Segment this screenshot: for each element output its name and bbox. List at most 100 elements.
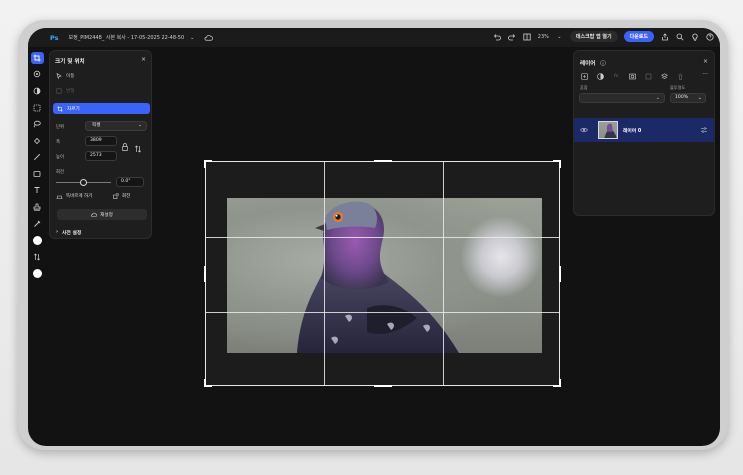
width-label: 폭 — [56, 140, 61, 145]
move-option[interactable]: 이동 — [56, 73, 74, 79]
unit-value: 픽셀 — [92, 123, 101, 128]
adjustment-layer-icon[interactable] — [596, 72, 604, 80]
transform-option: 변형 — [56, 88, 74, 94]
zoom-chevron-icon[interactable]: ⌄ — [555, 32, 564, 41]
redo-icon[interactable] — [508, 32, 517, 41]
presets-section[interactable]: › 사전 설정 — [56, 229, 81, 236]
crop-frame[interactable] — [204, 160, 561, 387]
crop-handle-top[interactable] — [374, 160, 392, 162]
crop-handle-bottom[interactable] — [374, 385, 392, 387]
chevron-down-icon[interactable]: ⌄ — [190, 35, 194, 41]
brush-fill-icon[interactable] — [31, 135, 44, 147]
adjust-icon[interactable] — [31, 85, 44, 97]
height-field[interactable]: 2573 — [85, 151, 117, 161]
crop-handle-bottom-right[interactable] — [559, 379, 561, 387]
rotate-button[interactable]: 회전 — [113, 193, 130, 199]
close-icon[interactable]: × — [141, 56, 146, 63]
layer-properties-icon[interactable] — [700, 126, 708, 134]
text-icon[interactable] — [31, 185, 44, 197]
top-right-controls: 23% ⌄ 데스크탑 앱 열기 다운로드 — [493, 31, 714, 42]
rotate-slider[interactable] — [56, 179, 111, 186]
frame-icon[interactable] — [644, 72, 652, 80]
chevron-down-icon: ⌄ — [655, 95, 660, 101]
rotate-value: 0.0° — [121, 179, 131, 184]
stamp-icon[interactable] — [31, 201, 44, 213]
crop-handle-left[interactable] — [204, 266, 206, 282]
info-icon[interactable] — [600, 60, 607, 66]
foreground-color-swatch[interactable] — [31, 234, 44, 246]
height-label: 높이 — [56, 155, 65, 160]
unit-select[interactable]: 픽셀 ⌄ — [85, 121, 147, 131]
crop-grid-line — [206, 312, 559, 313]
opacity-value: 100% — [675, 95, 689, 100]
link-icon[interactable] — [121, 142, 129, 152]
blend-mode-label: 혼합 — [580, 85, 588, 90]
panel-title: 크기 및 위치 — [55, 59, 85, 65]
crop-handle-right[interactable] — [559, 266, 561, 282]
crop-handle-top-right[interactable] — [559, 160, 561, 168]
search-icon[interactable] — [675, 32, 684, 41]
layer-actions: fx — [580, 72, 684, 80]
top-bar: Ps 보정_PIM2448_ 사본 복사 - 17-05-2025 22-48-… — [28, 28, 720, 47]
select-icon[interactable] — [31, 102, 44, 114]
opacity-label: 불투명도 — [670, 85, 686, 90]
spot-heal-icon[interactable] — [31, 69, 44, 81]
eye-icon[interactable] — [580, 127, 588, 133]
layer-thumbnail-image — [604, 123, 617, 138]
layers-title: 레이어 — [580, 61, 596, 67]
opacity-field[interactable]: 100% ⌄ — [670, 93, 706, 103]
swap-dimensions-icon[interactable] — [134, 145, 142, 153]
layer-item[interactable]: 레이어 0 — [574, 118, 714, 142]
crop-grid-line — [443, 162, 444, 385]
crop-handle-bottom-left[interactable] — [204, 379, 206, 387]
layer-name: 레이어 0 — [623, 128, 642, 134]
zoom-level[interactable]: 23% — [538, 34, 549, 40]
app-logo[interactable]: Ps — [50, 34, 59, 42]
lightbulb-icon[interactable] — [690, 32, 699, 41]
swap-colors-icon[interactable] — [31, 251, 44, 263]
chevron-right-icon: › — [56, 230, 58, 235]
reset-button[interactable]: 재설정 — [57, 209, 147, 220]
download-button[interactable]: 다운로드 — [623, 31, 654, 42]
crop-small-icon — [57, 105, 63, 112]
cloud-icon[interactable] — [204, 34, 214, 41]
transform-icon — [56, 88, 62, 94]
open-desktop-button[interactable]: 데스크탑 앱 열기 — [569, 31, 618, 42]
fx-icon[interactable]: fx — [612, 72, 620, 80]
undo-icon[interactable] — [493, 32, 502, 41]
crop-icon[interactable] — [30, 52, 44, 64]
straighten-icon — [56, 195, 63, 199]
blend-mode-select[interactable]: ⌄ — [579, 93, 665, 103]
eyedropper-icon[interactable] — [31, 218, 44, 230]
width-value: 3809 — [90, 138, 102, 143]
crop-handle-top-left[interactable] — [204, 160, 206, 168]
add-layer-icon[interactable] — [580, 72, 588, 80]
help-icon[interactable] — [705, 32, 714, 41]
width-field[interactable]: 3809 — [85, 136, 117, 146]
rotate-slider-thumb[interactable] — [80, 179, 87, 186]
compare-icon[interactable] — [523, 32, 532, 41]
crop-grid-line — [206, 237, 559, 238]
move-label: 이동 — [66, 74, 75, 79]
crop-label: 자르기 — [67, 106, 80, 112]
close-icon[interactable]: × — [703, 58, 708, 65]
layer-stack-icon[interactable] — [660, 72, 668, 80]
shape-icon[interactable] — [31, 168, 44, 180]
presets-label: 사전 설정 — [61, 231, 82, 236]
mask-icon[interactable] — [628, 72, 636, 80]
straighten-label: 똑바르게 하기 — [66, 194, 93, 199]
delete-icon[interactable] — [676, 72, 684, 80]
share-icon[interactable] — [660, 32, 669, 41]
layer-thumbnail — [598, 121, 618, 139]
crop-option[interactable]: 자르기 — [53, 103, 150, 114]
straighten-button[interactable]: 똑바르게 하기 — [56, 193, 92, 199]
brush-icon[interactable] — [31, 151, 44, 163]
rotate-angle-field[interactable]: 0.0° — [116, 177, 144, 187]
document-title[interactable]: 보정_PIM2448_ 사본 복사 - 17-05-2025 22-48-50 — [69, 34, 185, 41]
rotate-button-label: 회전 — [122, 194, 131, 199]
more-options-icon[interactable]: ··· — [702, 71, 708, 78]
app-screen: Ps 보정_PIM2448_ 사본 복사 - 17-05-2025 22-48-… — [28, 28, 720, 446]
background-color-swatch[interactable] — [31, 268, 44, 280]
layers-title-row: 레이어 — [580, 59, 607, 67]
lasso-icon[interactable] — [31, 118, 44, 130]
